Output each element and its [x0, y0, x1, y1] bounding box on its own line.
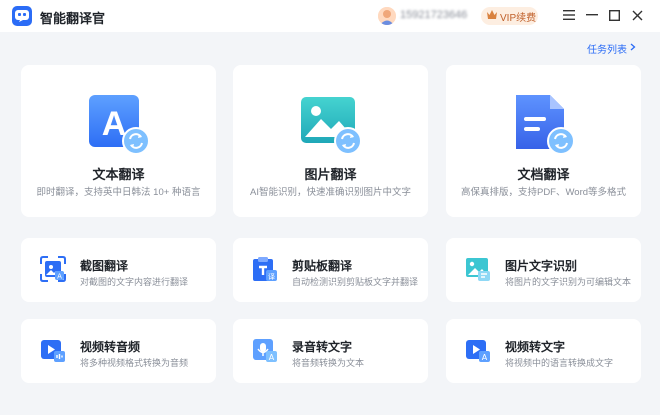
- card-description: 将多种视频格式转换为音频: [80, 358, 189, 368]
- card-title: 图片文字识别: [505, 259, 578, 273]
- card-title: 截图翻译: [80, 259, 129, 273]
- card-description: 将音频转换为文本: [292, 358, 365, 368]
- text-translate-icon: A: [87, 93, 151, 157]
- svg-text:A: A: [482, 353, 488, 362]
- card-description: 高保真排版，支持PDF、Word等多格式: [460, 187, 627, 198]
- app-logo-icon: [12, 6, 32, 26]
- card-title: 文本翻译: [92, 167, 145, 182]
- crown-icon: [487, 10, 497, 22]
- task-list-link[interactable]: 任务列表: [587, 41, 636, 56]
- card-description: 将图片的文字识别为可编辑文本: [505, 277, 632, 287]
- image-translate-card[interactable]: 图片翻译 AI智能识别，快速准确识别图片中文字: [233, 65, 428, 217]
- svg-text:A: A: [269, 353, 275, 362]
- card-title: 录音转文字: [292, 340, 353, 354]
- task-list-label: 任务列表: [587, 45, 627, 56]
- document-translate-icon: [512, 93, 576, 157]
- clipboard-translate-card[interactable]: 译 剪贴板翻译 自动检测识别剪贴板文字并翻译: [233, 238, 428, 302]
- app-title: 智能翻译官: [40, 11, 106, 26]
- card-title: 视频转音频: [80, 340, 141, 354]
- text-translate-card[interactable]: A 文本翻译 即时翻译，支持英中日韩法 10+ 种语言: [21, 65, 216, 217]
- menu-icon[interactable]: [560, 6, 578, 24]
- document-translate-card[interactable]: 文档翻译 高保真排版，支持PDF、Word等多格式: [446, 65, 641, 217]
- card-description: 自动检测识别剪贴板文字并翻译: [292, 277, 419, 287]
- audio-to-text-icon: A: [252, 337, 278, 363]
- card-title: 剪贴板翻译: [292, 259, 353, 273]
- card-title: 文档翻译: [517, 167, 570, 182]
- audio-to-text-card[interactable]: A 录音转文字 将音频转换为文本: [233, 319, 428, 383]
- minimize-icon[interactable]: [583, 6, 601, 24]
- card-description: AI智能识别，快速准确识别图片中文字: [250, 187, 411, 198]
- image-translate-icon: [299, 93, 363, 157]
- card-description: 即时翻译，支持英中日韩法 10+ 种语言: [36, 187, 201, 198]
- video-to-text-icon: A: [465, 337, 491, 363]
- vip-renew-button[interactable]: VIP续费: [481, 7, 538, 25]
- svg-text:译: 译: [268, 273, 275, 281]
- image-ocr-icon: [465, 256, 491, 282]
- image-ocr-card[interactable]: 图片文字识别 将图片的文字识别为可编辑文本: [446, 238, 641, 302]
- video-to-text-card[interactable]: A 视频转文字 将视频中的语言转换成文字: [446, 319, 641, 383]
- avatar[interactable]: [378, 7, 396, 25]
- card-title: 视频转文字: [505, 340, 566, 354]
- video-to-audio-card[interactable]: 视频转音频 将多种视频格式转换为音频: [21, 319, 216, 383]
- chevron-right-icon: [630, 43, 636, 54]
- card-title: 图片翻译: [304, 167, 357, 182]
- title-bar: 智能翻译官 15921723646 VIP续费: [0, 0, 660, 32]
- close-icon[interactable]: [628, 6, 646, 24]
- user-phone: 15921723646: [400, 9, 468, 21]
- vip-renew-label: VIP续费: [500, 12, 537, 24]
- svg-text:A: A: [57, 273, 62, 281]
- clipboard-translate-icon: 译: [252, 256, 278, 282]
- screenshot-translate-icon: A: [40, 256, 66, 282]
- maximize-icon[interactable]: [605, 6, 623, 24]
- card-description: 将视频中的语言转换成文字: [505, 358, 614, 368]
- screenshot-translate-card[interactable]: A 截图翻译 对截图的文字内容进行翻译: [21, 238, 216, 302]
- card-description: 对截图的文字内容进行翻译: [80, 277, 189, 287]
- video-to-audio-icon: [40, 337, 66, 363]
